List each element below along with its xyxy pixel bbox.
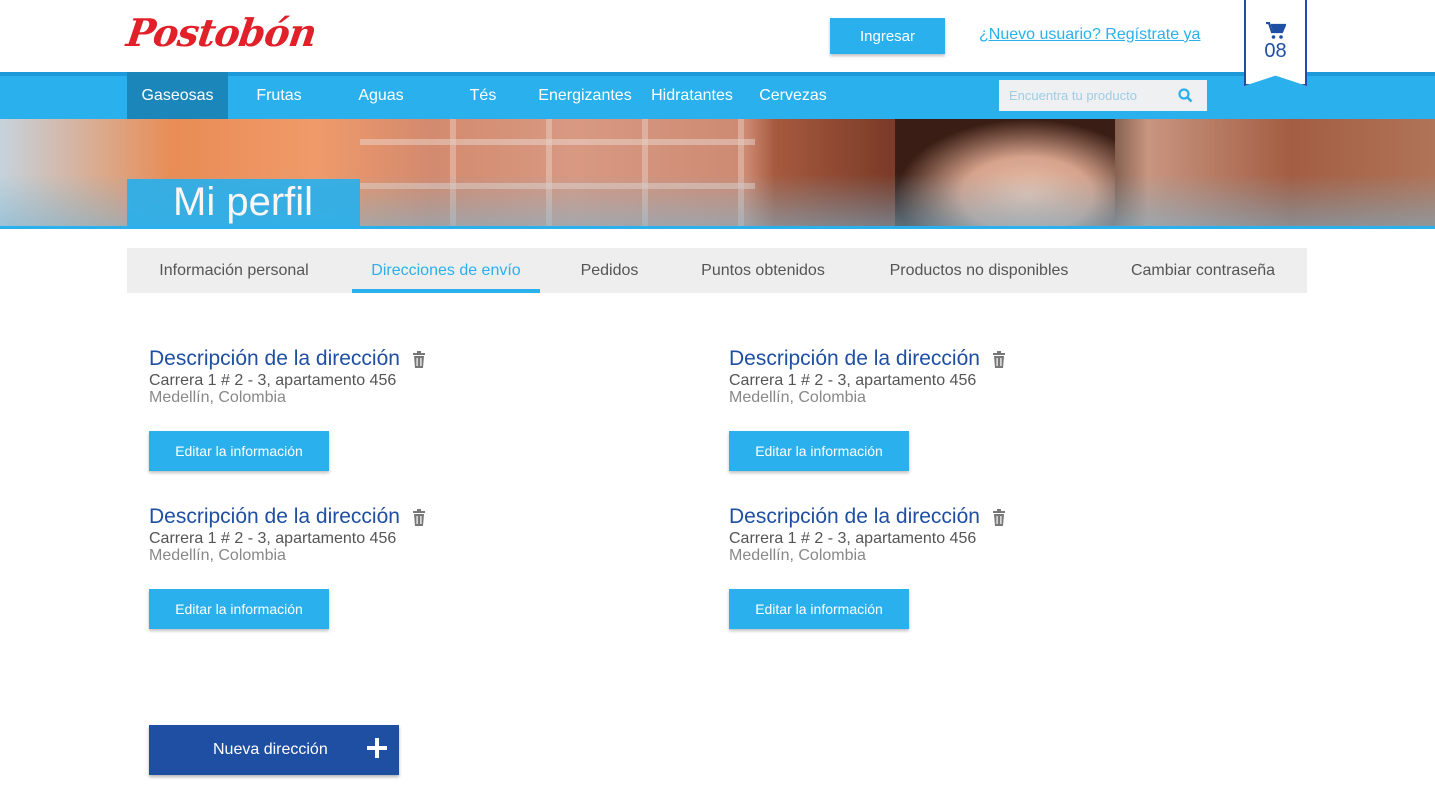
address-street: Carrera 1 # 2 - 3, apartamento 456 xyxy=(729,372,977,389)
shopping-cart-icon xyxy=(1265,22,1286,39)
address-title: Descripción de la dirección xyxy=(149,347,400,370)
edit-address-button[interactable]: Editar la información xyxy=(149,589,329,629)
cart-count: 08 xyxy=(1264,40,1287,62)
address-city: Medellín, Colombia xyxy=(149,547,286,564)
header: Postobón Ingresar ¿Nuevo usuario? Regíst… xyxy=(0,0,1435,72)
address-title: Descripción de la dirección xyxy=(149,505,400,528)
trash-icon[interactable] xyxy=(412,350,426,368)
main-navbar: Gaseosas Frutas Aguas Tés Energizantes H… xyxy=(0,72,1435,119)
tab-informacion-personal[interactable]: Información personal xyxy=(141,248,327,293)
edit-address-button[interactable]: Editar la información xyxy=(729,589,909,629)
nav-item-tes[interactable]: Tés xyxy=(432,72,534,119)
login-button[interactable]: Ingresar xyxy=(830,18,945,54)
address-card: Descripción de la dirección Carrera 1 # … xyxy=(729,505,1006,564)
register-link[interactable]: ¿Nuevo usuario? Regístrate ya xyxy=(979,26,1200,44)
profile-tabs: Información personal Direcciones de enví… xyxy=(127,248,1307,293)
search-box xyxy=(999,80,1207,111)
nav-item-gaseosas[interactable]: Gaseosas xyxy=(127,72,228,119)
search-icon[interactable] xyxy=(1178,88,1193,103)
address-street: Carrera 1 # 2 - 3, apartamento 456 xyxy=(729,530,977,547)
edit-address-button[interactable]: Editar la información xyxy=(149,431,329,471)
page-title: Mi perfil xyxy=(127,179,360,226)
nav-item-energizantes[interactable]: Energizantes xyxy=(534,72,636,119)
new-address-button[interactable]: Nueva dirección xyxy=(149,725,399,775)
postobon-logo[interactable]: Postobón xyxy=(124,10,319,55)
address-street: Carrera 1 # 2 - 3, apartamento 456 xyxy=(149,372,397,389)
address-city: Medellín, Colombia xyxy=(149,389,286,406)
nav-item-frutas[interactable]: Frutas xyxy=(228,72,330,119)
cart-badge[interactable]: 08 xyxy=(1244,0,1307,86)
search-input[interactable] xyxy=(999,88,1169,103)
trash-icon[interactable] xyxy=(992,350,1006,368)
address-title: Descripción de la dirección xyxy=(729,347,980,370)
nav-item-aguas[interactable]: Aguas xyxy=(330,72,432,119)
trash-icon[interactable] xyxy=(992,508,1006,526)
nav-item-cervezas[interactable]: Cervezas xyxy=(748,72,838,119)
new-address-label: Nueva dirección xyxy=(213,741,328,758)
tab-productos-no-disponibles[interactable]: Productos no disponibles xyxy=(879,248,1079,293)
address-title: Descripción de la dirección xyxy=(729,505,980,528)
address-card: Descripción de la dirección Carrera 1 # … xyxy=(149,505,426,564)
banner-divider xyxy=(0,226,1435,229)
tab-pedidos[interactable]: Pedidos xyxy=(568,248,651,293)
address-city: Medellín, Colombia xyxy=(729,389,866,406)
trash-icon[interactable] xyxy=(412,508,426,526)
tab-puntos-obtenidos[interactable]: Puntos obtenidos xyxy=(691,248,835,293)
nav-item-hidratantes[interactable]: Hidratantes xyxy=(636,72,748,119)
tab-cambiar-contrasena[interactable]: Cambiar contraseña xyxy=(1123,248,1283,293)
plus-icon xyxy=(367,738,387,758)
address-card: Descripción de la dirección Carrera 1 # … xyxy=(729,347,1006,406)
address-card: Descripción de la dirección Carrera 1 # … xyxy=(149,347,426,406)
address-street: Carrera 1 # 2 - 3, apartamento 456 xyxy=(149,530,397,547)
tab-direcciones-de-envio[interactable]: Direcciones de envío xyxy=(352,248,540,293)
edit-address-button[interactable]: Editar la información xyxy=(729,431,909,471)
address-city: Medellín, Colombia xyxy=(729,547,866,564)
